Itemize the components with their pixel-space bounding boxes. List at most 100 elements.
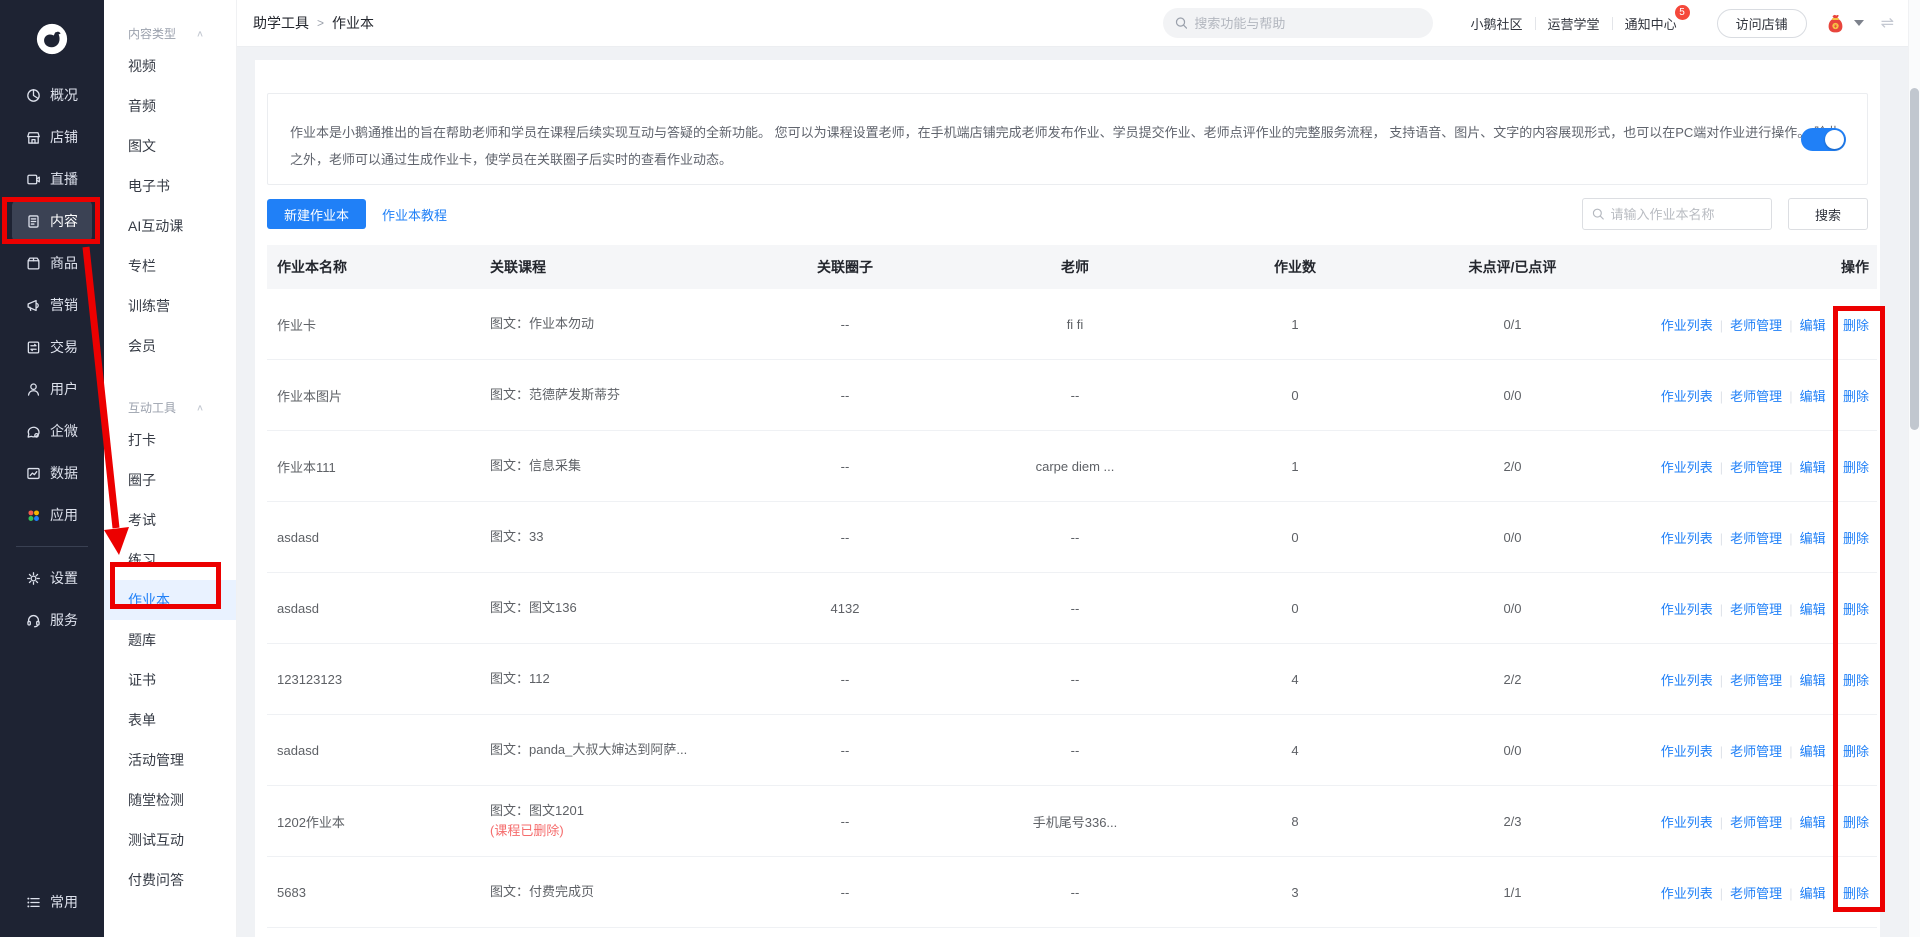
sidebar-item-label: 用户	[50, 379, 78, 399]
workbook-tutorial-link[interactable]: 作业本教程	[382, 205, 447, 224]
action-编辑[interactable]: 编辑	[1800, 886, 1826, 901]
cell-workbook-name: 1202作业本	[267, 812, 490, 831]
action-编辑[interactable]: 编辑	[1800, 673, 1826, 688]
subsidebar-item-随堂检测[interactable]: 随堂检测	[104, 780, 236, 820]
subsidebar-item-打卡[interactable]: 打卡	[104, 420, 236, 460]
subsidebar-item-图文[interactable]: 图文	[104, 126, 236, 166]
subsidebar-item-视频[interactable]: 视频	[104, 46, 236, 86]
workbook-enable-toggle[interactable]	[1801, 128, 1846, 151]
sidebar-item-常用[interactable]: 常用	[12, 881, 92, 923]
action-编辑[interactable]: 编辑	[1800, 318, 1826, 333]
action-老师管理[interactable]: 老师管理	[1730, 389, 1782, 404]
action-编辑[interactable]: 编辑	[1800, 531, 1826, 546]
cell-review-ratio: 0/1	[1370, 317, 1655, 332]
subsidebar-item-圈子[interactable]: 圈子	[104, 460, 236, 500]
workbook-search[interactable]	[1582, 198, 1772, 230]
action-删除[interactable]: 删除	[1843, 673, 1869, 688]
action-作业列表[interactable]: 作业列表	[1661, 886, 1713, 901]
subsidebar-item-付费问答[interactable]: 付费问答	[104, 860, 236, 900]
main-sidebar: 概况店铺直播内容商品营销交易用户企微数据应用 设置服务 常用	[0, 0, 104, 937]
action-老师管理[interactable]: 老师管理	[1730, 318, 1782, 333]
subsidebar-item-考试[interactable]: 考试	[104, 500, 236, 540]
action-老师管理[interactable]: 老师管理	[1730, 744, 1782, 759]
sidebar-item-直播[interactable]: 直播	[12, 158, 92, 200]
sidebar-item-内容[interactable]: 内容	[12, 200, 92, 242]
action-删除[interactable]: 删除	[1843, 531, 1869, 546]
sidebar-item-交易[interactable]: 交易	[12, 326, 92, 368]
action-编辑[interactable]: 编辑	[1800, 744, 1826, 759]
subsidebar-item-活动管理[interactable]: 活动管理	[104, 740, 236, 780]
action-删除[interactable]: 删除	[1843, 744, 1869, 759]
action-删除[interactable]: 删除	[1843, 815, 1869, 830]
action-作业列表[interactable]: 作业列表	[1661, 389, 1713, 404]
subsidebar-item-会员[interactable]: 会员	[104, 326, 236, 366]
new-workbook-button[interactable]: 新建作业本	[267, 199, 366, 229]
action-separator: |	[1789, 744, 1792, 759]
subsidebar-item-作业本[interactable]: 作业本	[104, 580, 236, 620]
action-老师管理[interactable]: 老师管理	[1730, 460, 1782, 475]
search-button[interactable]: 搜索	[1788, 198, 1868, 230]
sidebar-item-营销[interactable]: 营销	[12, 284, 92, 326]
sidebar-item-设置[interactable]: 设置	[12, 557, 92, 599]
breadcrumb-parent[interactable]: 助学工具	[253, 13, 309, 33]
action-删除[interactable]: 删除	[1843, 886, 1869, 901]
visit-shop-button[interactable]: 访问店铺	[1717, 9, 1807, 38]
red-money-bag-icon[interactable]	[1824, 12, 1847, 35]
subsidebar-item-表单[interactable]: 表单	[104, 700, 236, 740]
sidebar-item-店铺[interactable]: 店铺	[12, 116, 92, 158]
action-老师管理[interactable]: 老师管理	[1730, 673, 1782, 688]
action-separator: |	[1833, 460, 1836, 475]
subsidebar-item-电子书[interactable]: 电子书	[104, 166, 236, 206]
action-编辑[interactable]: 编辑	[1800, 815, 1826, 830]
action-老师管理[interactable]: 老师管理	[1730, 602, 1782, 617]
link-community[interactable]: 小鹅社区	[1471, 14, 1523, 33]
subsidebar-item-AI互动课[interactable]: AI互动课	[104, 206, 236, 246]
action-老师管理[interactable]: 老师管理	[1730, 886, 1782, 901]
action-删除[interactable]: 删除	[1843, 318, 1869, 333]
action-老师管理[interactable]: 老师管理	[1730, 815, 1782, 830]
brand-logo[interactable]	[0, 0, 104, 74]
global-search[interactable]	[1163, 8, 1433, 38]
subsidebar-item-音频[interactable]: 音频	[104, 86, 236, 126]
action-作业列表[interactable]: 作业列表	[1661, 318, 1713, 333]
link-academy[interactable]: 运营学堂	[1548, 14, 1600, 33]
subsidebar-item-题库[interactable]: 题库	[104, 620, 236, 660]
action-删除[interactable]: 删除	[1843, 602, 1869, 617]
action-separator: |	[1720, 886, 1723, 901]
action-作业列表[interactable]: 作业列表	[1661, 744, 1713, 759]
action-编辑[interactable]: 编辑	[1800, 602, 1826, 617]
action-作业列表[interactable]: 作业列表	[1661, 531, 1713, 546]
action-编辑[interactable]: 编辑	[1800, 460, 1826, 475]
workbook-search-input[interactable]	[1610, 207, 1762, 222]
action-老师管理[interactable]: 老师管理	[1730, 531, 1782, 546]
action-作业列表[interactable]: 作业列表	[1661, 673, 1713, 688]
scrollbar-thumb[interactable]	[1910, 88, 1919, 430]
chevron-up-icon[interactable]: ∧	[196, 28, 204, 38]
action-作业列表[interactable]: 作业列表	[1661, 460, 1713, 475]
global-search-input[interactable]	[1194, 16, 1420, 31]
switch-account-icon[interactable]: ⇌	[1881, 13, 1894, 33]
action-删除[interactable]: 删除	[1843, 389, 1869, 404]
subsidebar-item-证书[interactable]: 证书	[104, 660, 236, 700]
action-作业列表[interactable]: 作业列表	[1661, 602, 1713, 617]
table-header: 作业本名称关联课程关联圈子老师作业数未点评/已点评操作	[267, 245, 1877, 289]
action-编辑[interactable]: 编辑	[1800, 389, 1826, 404]
subsidebar-item-专栏[interactable]: 专栏	[104, 246, 236, 286]
sidebar-item-服务[interactable]: 服务	[12, 599, 92, 641]
link-notifications[interactable]: 通知中心 5	[1625, 14, 1677, 33]
subsidebar-item-测试互动[interactable]: 测试互动	[104, 820, 236, 860]
cell-course: 图文：作业本勿动	[490, 314, 760, 334]
sidebar-item-用户[interactable]: 用户	[12, 368, 92, 410]
sidebar-item-概况[interactable]: 概况	[12, 74, 92, 116]
sidebar-item-数据[interactable]: 数据	[12, 452, 92, 494]
sidebar-item-应用[interactable]: 应用	[12, 494, 92, 536]
sidebar-item-企微[interactable]: 企微	[12, 410, 92, 452]
action-删除[interactable]: 删除	[1843, 460, 1869, 475]
subsidebar-item-训练营[interactable]: 训练营	[104, 286, 236, 326]
chevron-up-icon[interactable]: ∧	[196, 402, 204, 412]
data-chart-icon	[26, 466, 41, 481]
caret-down-icon[interactable]	[1854, 20, 1864, 26]
action-作业列表[interactable]: 作业列表	[1661, 815, 1713, 830]
sidebar-item-商品[interactable]: 商品	[12, 242, 92, 284]
subsidebar-item-练习[interactable]: 练习	[104, 540, 236, 580]
